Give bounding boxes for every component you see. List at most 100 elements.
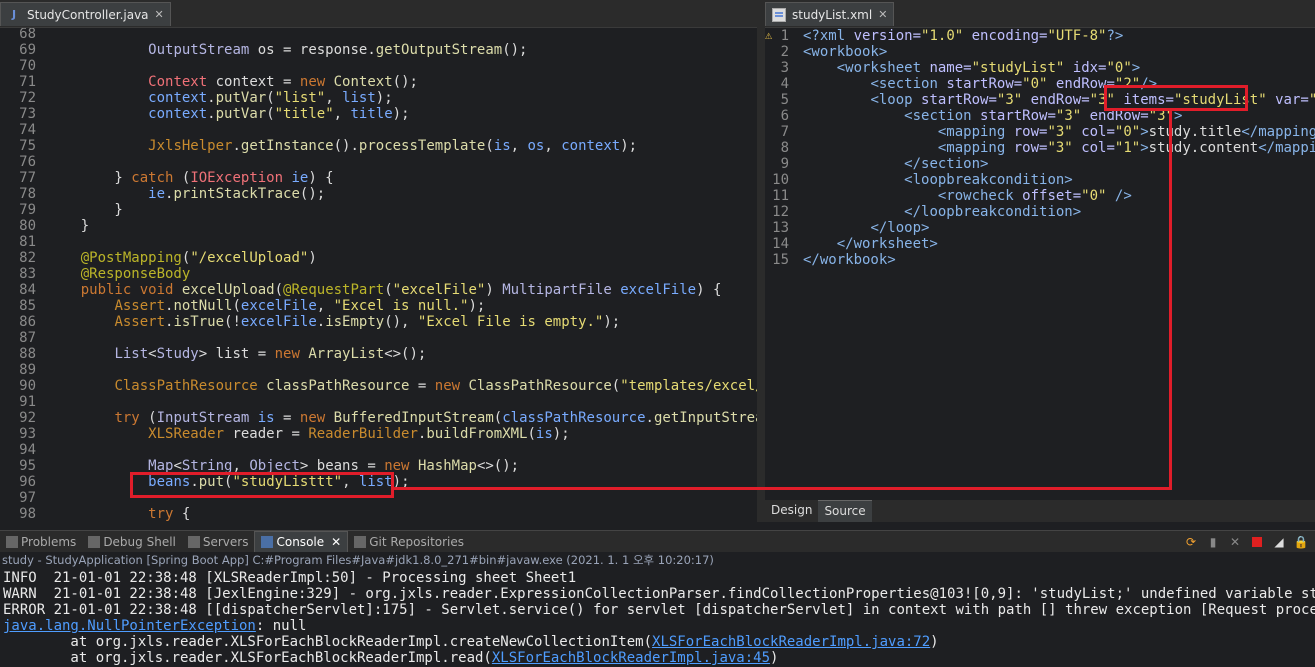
code-line[interactable] [47,234,757,250]
code-line[interactable]: </workbook> [803,252,1315,268]
tab-console[interactable]: Console ✕ [254,530,349,553]
code-line[interactable]: <worksheet name="studyList" idx="0"> [803,60,1315,76]
code-token: , [316,298,334,314]
code-line[interactable]: Assert.isTrue(!excelFile.isEmpty(), "Exc… [47,314,757,330]
code-line[interactable]: context.putVar("list", list); [47,90,757,106]
code-line[interactable]: ClassPathResource classPathResource = ne… [47,378,757,394]
relaunch-icon[interactable]: ⟳ [1183,534,1199,550]
scroll-lock-icon[interactable]: 🔒 [1293,534,1309,550]
code-line[interactable]: JxlsHelper.getInstance().processTemplate… [47,138,757,154]
console-line[interactable]: java.lang.NullPointerException: null [0,618,1315,634]
editor-split-divider[interactable] [757,0,765,522]
remove-launch-icon[interactable]: ▮ [1205,534,1221,550]
tab-design[interactable]: Design [765,500,818,522]
code-token: ); [620,138,638,154]
code-line[interactable]: @PostMapping("/excelUpload") [47,250,757,266]
console-output[interactable]: INFO 21-01-01 22:38:48 [XLSReaderImpl:50… [0,570,1315,667]
code-token: col= [1081,124,1115,140]
code-token: <mapping [937,124,1006,140]
code-line[interactable]: XLSReader reader = ReaderBuilder.buildFr… [47,426,757,442]
console-line[interactable]: WARN 21-01-01 22:38:48 [JexlEngine:329] … [0,586,1315,602]
code-token: excelFile [240,314,317,330]
stacktrace-link[interactable]: java.lang.NullPointerException [3,618,256,634]
code-line[interactable] [47,442,757,458]
code-line[interactable] [47,28,757,42]
code-line[interactable]: </loopbreakcondition> [803,204,1315,220]
code-token: ( [266,90,275,106]
code-line[interactable]: <mapping row="3" col="1">study.content</… [803,140,1315,156]
code-line[interactable]: </worksheet> [803,236,1315,252]
code-line[interactable]: @ResponseBody [47,266,757,282]
console-line[interactable]: at org.jxls.reader.XLSForEachBlockReader… [0,650,1315,666]
code-token: printStackTrace [173,186,300,202]
code-token: "templates/excel/st [620,378,757,394]
stacktrace-link[interactable]: XLSForEachBlockReaderImpl.java:72 [652,634,930,650]
code-line[interactable]: <mapping row="3" col="0">study.title</ma… [803,124,1315,140]
code-token: } [47,218,90,234]
line-number: 11 [772,188,789,204]
code-line[interactable] [47,330,757,346]
line-number: 71 [19,74,36,90]
code-token: new [299,74,326,90]
code-line[interactable]: } catch (IOException ie) { [47,170,757,186]
code-token: "3" [996,92,1023,108]
console-line[interactable]: ERROR 21-01-01 22:38:48 [[dispatcherServ… [0,602,1315,618]
code-line[interactable]: } [47,218,757,234]
right-tabbar: studyList.xml ✕ [765,0,1315,28]
close-icon[interactable]: ✕ [155,8,164,21]
code-line[interactable]: <rowcheck offset="0" /> [803,188,1315,204]
java-editor[interactable]: 68 69 70 71 72 73 74 75 76 77 78 79 80 81 82 83 84 85 86 87… [0,28,757,522]
code-line[interactable]: Assert.notNull(excelFile, "Excel is null… [47,298,757,314]
console-line[interactable]: INFO 21-01-01 22:38:48 [XLSReaderImpl:50… [0,570,1315,586]
code-line[interactable] [47,122,757,138]
close-icon[interactable]: ✕ [878,8,887,21]
tab-studylist-xml[interactable]: studyList.xml ✕ [765,2,895,26]
tab-git-repositories[interactable]: Git Repositories [348,531,470,553]
code-token: @PostMapping [80,250,182,266]
xml-code-area[interactable]: <?xml version="1.0" encoding="UTF-8"?> <w… [803,28,1315,268]
terminate-icon[interactable] [1249,534,1265,550]
code-line[interactable]: try { [47,506,757,522]
tab-debug-shell[interactable]: Debug Shell [82,531,182,553]
java-code-area[interactable]: OutputStream os = response.getOutputStre… [47,28,757,522]
code-line[interactable]: List<Study> list = new ArrayList<>(); [47,346,757,362]
code-line[interactable]: <loopbreakcondition> [803,172,1315,188]
code-line[interactable]: ie.printStackTrace(); [47,186,757,202]
code-line[interactable] [47,394,757,410]
code-line[interactable]: Context context = new Context(); [47,74,757,90]
clear-console-icon[interactable]: ◢ [1271,534,1287,550]
code-line[interactable]: context.putVar("title", title); [47,106,757,122]
code-token: is [535,426,553,442]
code-token: at org.jxls.reader.XLSForEachBlockReader… [3,650,492,666]
code-token: notNull [173,298,233,314]
code-line[interactable]: public void excelUpload(@RequestPart("ex… [47,282,757,298]
code-line[interactable]: </loop> [803,220,1315,236]
code-line[interactable]: try (InputStream is = new BufferedInputS… [47,410,757,426]
code-token: ) [770,650,779,666]
design-source-tabs: Design Source [765,500,1315,522]
code-line[interactable]: } [47,202,757,218]
debug-shell-icon [88,535,101,548]
code-token: ( [173,170,191,186]
stacktrace-link[interactable]: XLSForEachBlockReaderImpl.java:45 [492,650,770,666]
code-line[interactable]: </section> [803,156,1315,172]
close-icon[interactable]: ✕ [331,535,341,549]
code-line[interactable] [47,58,757,74]
tab-source[interactable]: Source [818,500,872,522]
line-number: 72 [19,90,36,106]
tab-problems[interactable]: Problems [0,531,82,553]
code-line[interactable]: <workbook> [803,44,1315,60]
tab-study-controller[interactable]: J StudyController.java ✕ [0,2,171,26]
remove-all-icon[interactable]: ✕ [1227,534,1243,550]
code-token: ); [468,298,486,314]
code-line[interactable] [47,362,757,378]
console-line[interactable]: at org.jxls.reader.XLSForEachBlockReader… [0,634,1315,650]
code-line[interactable] [47,154,757,170]
code-line[interactable]: OutputStream os = response.getOutputStre… [47,42,757,58]
code-line[interactable]: <?xml version="1.0" encoding="UTF-8"?> [803,28,1315,44]
tab-servers[interactable]: Servers [182,531,255,553]
